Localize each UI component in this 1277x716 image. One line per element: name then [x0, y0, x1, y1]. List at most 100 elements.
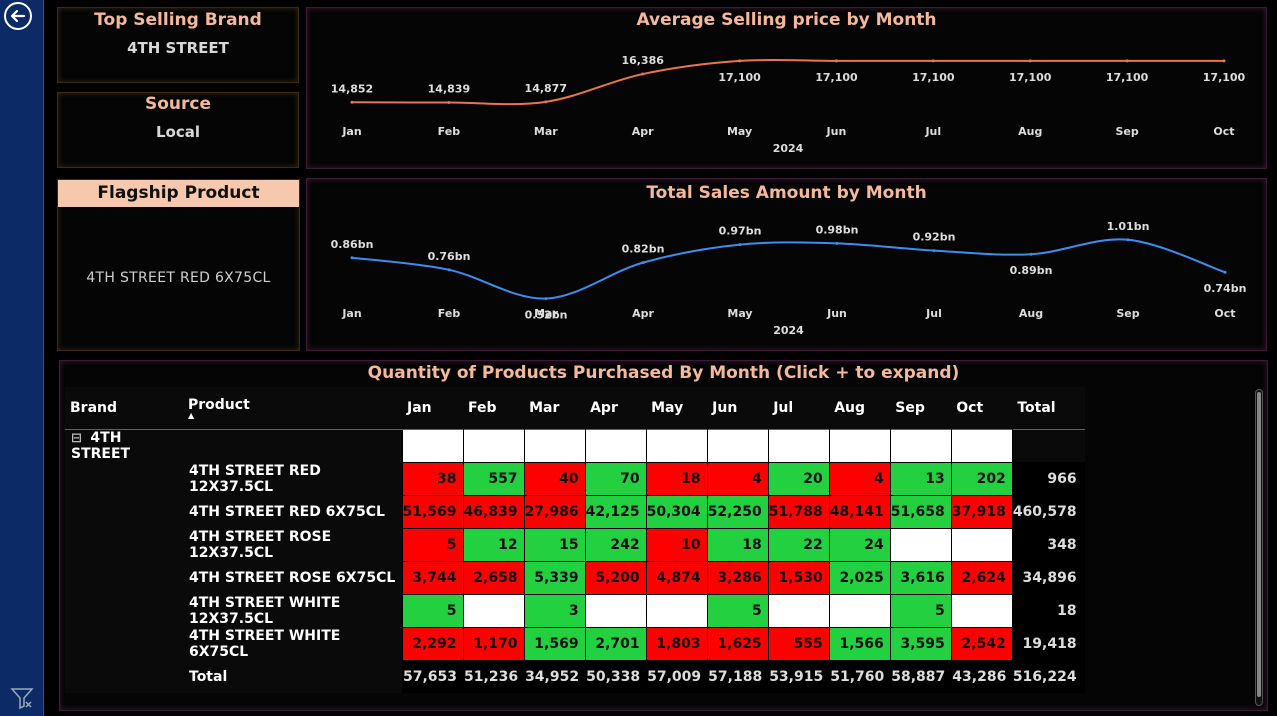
quantity-cell[interactable]: 202 — [950, 461, 1013, 496]
data-point[interactable] — [1028, 59, 1032, 63]
data-point[interactable] — [350, 256, 354, 260]
quantity-cell[interactable]: 51,788 — [767, 494, 830, 529]
quantity-cell[interactable]: 3 — [523, 593, 586, 628]
column-header[interactable]: Sep — [890, 387, 952, 429]
product-row[interactable]: 4TH STREET WHITE 6X75CL 2,292 1,170 1,569 2,… — [65, 626, 1085, 661]
data-point[interactable] — [447, 268, 451, 272]
quantity-cell[interactable] — [584, 593, 647, 628]
data-point[interactable] — [641, 72, 645, 76]
column-header[interactable]: Oct — [951, 387, 1013, 429]
data-point[interactable] — [931, 59, 935, 63]
brand-subtotal-cell[interactable] — [584, 428, 647, 463]
product-row[interactable]: 4TH STREET RED 6X75CL 51,569 46,839 27,986 4… — [65, 494, 1085, 529]
column-header[interactable]: May — [646, 387, 708, 429]
quantity-cell[interactable]: 242 — [584, 527, 647, 562]
column-header[interactable]: Jun — [707, 387, 769, 429]
quantity-cell[interactable]: 1,569 — [523, 626, 586, 661]
quantity-cell[interactable]: 40 — [523, 461, 586, 496]
column-header[interactable]: Jul — [768, 387, 830, 429]
quantity-cell[interactable]: 5,200 — [584, 560, 647, 595]
column-header[interactable]: Mar — [524, 387, 586, 429]
data-point[interactable] — [1223, 270, 1227, 274]
quantity-cell[interactable]: 51,569 — [401, 494, 464, 529]
quantity-cell[interactable]: 10 — [645, 527, 708, 562]
quantity-cell[interactable]: 3,744 — [401, 560, 464, 595]
quantity-cell[interactable]: 1,803 — [645, 626, 708, 661]
quantity-cell[interactable]: 13 — [889, 461, 952, 496]
quantity-cell[interactable]: 42,125 — [584, 494, 647, 529]
quantity-cell[interactable]: 12 — [462, 527, 525, 562]
data-point[interactable] — [1125, 59, 1129, 63]
quantity-cell[interactable]: 4 — [706, 461, 769, 496]
data-point[interactable] — [835, 241, 839, 245]
data-point[interactable] — [834, 59, 838, 63]
quantity-cell[interactable] — [950, 527, 1013, 562]
quantity-cell[interactable]: 20 — [767, 461, 830, 496]
quantity-cell[interactable]: 557 — [462, 461, 525, 496]
product-name-cell[interactable]: 4TH STREET WHITE 6X75CL — [183, 627, 402, 660]
quantity-cell[interactable]: 51,658 — [889, 494, 952, 529]
product-name-cell[interactable]: 4TH STREET WHITE 12X37.5CL — [183, 594, 402, 627]
quantity-cell[interactable]: 2,025 — [828, 560, 891, 595]
product-row[interactable]: 4TH STREET RED 12X37.5CL 38 557 40 70 18 4 20 4 1… — [65, 461, 1085, 496]
back-arrow-icon[interactable] — [4, 2, 32, 30]
quantity-cell[interactable]: 18 — [706, 527, 769, 562]
quantity-cell[interactable]: 38 — [401, 461, 464, 496]
data-point[interactable] — [544, 297, 548, 301]
quantity-cell[interactable]: 2,701 — [584, 626, 647, 661]
quantity-cell[interactable]: 27,986 — [523, 494, 586, 529]
data-point[interactable] — [350, 100, 354, 104]
data-point[interactable] — [932, 249, 936, 253]
brand-cell[interactable]: ⊟ 4TH STREET — [65, 428, 183, 462]
quantity-cell[interactable]: 24 — [828, 527, 891, 562]
quantity-cell[interactable]: 3,616 — [889, 560, 952, 595]
brand-subtotal-cell[interactable] — [767, 428, 830, 463]
product-name-cell[interactable]: 4TH STREET ROSE 6X75CL — [183, 561, 402, 594]
matrix-scroll-thumb[interactable] — [1257, 392, 1261, 697]
quantity-cell[interactable]: 2,658 — [462, 560, 525, 595]
quantity-cell[interactable]: 555 — [767, 626, 830, 661]
product-name-cell[interactable]: 4TH STREET RED 12X37.5CL — [183, 462, 402, 495]
quantity-cell[interactable]: 22 — [767, 527, 830, 562]
data-point[interactable] — [544, 100, 548, 104]
column-header[interactable]: Jan — [402, 387, 464, 429]
quantity-cell[interactable]: 15 — [523, 527, 586, 562]
quantity-cell[interactable]: 2,542 — [950, 626, 1013, 661]
quantity-cell[interactable] — [645, 593, 708, 628]
quantity-cell[interactable]: 1,566 — [828, 626, 891, 661]
quantity-cell[interactable]: 50,304 — [645, 494, 708, 529]
quantity-cell[interactable] — [828, 593, 891, 628]
column-header[interactable]: Product ▲ — [183, 387, 402, 429]
column-header[interactable]: Aug — [829, 387, 891, 429]
brand-subtotal-cell[interactable] — [950, 428, 1013, 463]
quantity-cell[interactable]: 4,874 — [645, 560, 708, 595]
quantity-cell[interactable]: 1,530 — [767, 560, 830, 595]
quantity-cell[interactable] — [767, 593, 830, 628]
quantity-cell[interactable]: 2,624 — [950, 560, 1013, 595]
data-point[interactable] — [738, 243, 742, 247]
brand-subtotal-cell[interactable] — [828, 428, 891, 463]
brand-subtotal-cell[interactable] — [889, 428, 952, 463]
column-header[interactable]: Total — [1012, 387, 1085, 429]
quantity-cell[interactable] — [950, 593, 1013, 628]
product-name-cell[interactable]: 4TH STREET ROSE 12X37.5CL — [183, 528, 402, 561]
product-name-cell[interactable]: 4TH STREET RED 6X75CL — [183, 495, 402, 528]
brand-row[interactable]: ⊟ 4TH STREET — [65, 428, 1085, 463]
column-header[interactable]: Feb — [463, 387, 525, 429]
product-row[interactable]: 4TH STREET WHITE 12X37.5CL 5 3 5 5 18 — [65, 593, 1085, 628]
product-row[interactable]: 4TH STREET ROSE 6X75CL 3,744 2,658 5,339 5,2… — [65, 560, 1085, 595]
data-point[interactable] — [1222, 59, 1226, 63]
quantity-cell[interactable]: 3,286 — [706, 560, 769, 595]
product-row[interactable]: 4TH STREET ROSE 12X37.5CL 5 12 15 242 10 18 22 2… — [65, 527, 1085, 562]
data-point[interactable] — [641, 261, 645, 265]
quantity-cell[interactable]: 3,595 — [889, 626, 952, 661]
quantity-cell[interactable] — [889, 527, 952, 562]
data-point[interactable] — [1029, 252, 1033, 256]
quantity-cell[interactable] — [462, 593, 525, 628]
quantity-cell[interactable]: 18 — [645, 461, 708, 496]
quantity-cell[interactable]: 5 — [889, 593, 952, 628]
quantity-cell[interactable]: 5,339 — [523, 560, 586, 595]
data-point[interactable] — [1126, 238, 1130, 242]
matrix-scrollbar[interactable] — [1255, 389, 1263, 706]
sort-ascending-icon[interactable]: ▲ — [188, 411, 402, 419]
